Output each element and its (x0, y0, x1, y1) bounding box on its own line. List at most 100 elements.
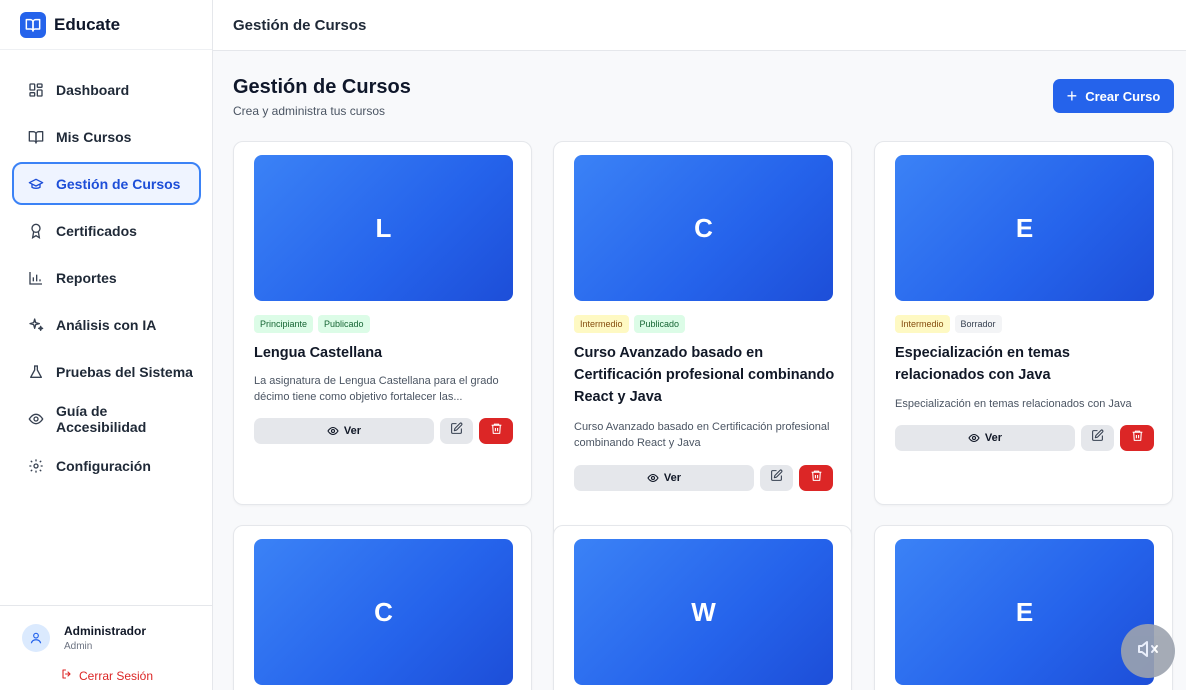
sidebar-item-label: Análisis con IA (56, 316, 157, 333)
sidebar-item-configuracion[interactable]: Configuración (12, 444, 201, 487)
graduation-cap-icon (28, 176, 44, 192)
course-initial: E (1015, 596, 1034, 627)
topbar-title: Gestión de Cursos (233, 16, 367, 34)
view-course-button[interactable]: Ver (254, 418, 434, 444)
view-label: Ver (984, 432, 1003, 444)
edit-icon (1091, 429, 1104, 447)
status-tag: Publicado (633, 315, 686, 333)
sidebar-item-accesibilidad[interactable]: Guía de Accesibilidad (12, 397, 201, 440)
delete-course-button[interactable] (799, 465, 833, 491)
view-label: Ver (663, 472, 682, 484)
status-tag: Publicado (318, 315, 370, 333)
trash-icon (490, 422, 503, 440)
course-actions: Ver (895, 425, 1154, 451)
book-logo-icon (20, 11, 46, 38)
sidebar-item-label: Pruebas del Sistema (56, 363, 193, 380)
course-tags: Principiante Publicado (254, 315, 370, 333)
view-course-button[interactable]: Ver (895, 425, 1075, 451)
user-panel: Administrador Admin Cerrar Sesión (0, 605, 212, 690)
volume-mute-icon (1136, 637, 1160, 666)
sidebar-item-analisis-ia[interactable]: Análisis con IA (12, 303, 201, 346)
logout-label: Cerrar Sesión (79, 668, 154, 683)
sidebar-item-label: Gestión de Cursos (56, 175, 181, 192)
course-actions: Ver (254, 418, 513, 444)
course-card: W (553, 525, 852, 690)
edit-course-button[interactable] (760, 465, 793, 491)
eye-icon (28, 411, 44, 427)
course-thumbnail[interactable]: L (254, 155, 513, 301)
course-title: Curso Avanzado basado en Certificación p… (574, 345, 835, 405)
course-thumbnail[interactable]: C (254, 539, 513, 685)
create-course-button[interactable]: + Crear Curso (1053, 79, 1174, 113)
top-bar: Gestión de Cursos (213, 0, 1186, 51)
course-initial: L (375, 212, 392, 243)
sidebar-item-label: Dashboard (56, 81, 130, 98)
mute-audio-button[interactable] (1121, 624, 1175, 678)
view-label: Ver (343, 425, 362, 437)
course-initial: E (1015, 212, 1034, 243)
level-tag: Principiante (254, 315, 314, 333)
course-thumbnail[interactable]: E (895, 155, 1154, 301)
logout-button[interactable]: Cerrar Sesión (61, 668, 153, 683)
course-tags: Intermedio Publicado (574, 315, 686, 333)
delete-course-button[interactable] (1120, 425, 1154, 451)
course-description: Curso Avanzado basado en Certificación p… (574, 421, 830, 449)
logout-icon (61, 668, 73, 683)
flask-icon (28, 364, 44, 380)
course-thumbnail[interactable]: E (895, 539, 1154, 685)
course-title: Especialización en temas relacionados co… (895, 345, 1070, 383)
eye-icon (327, 425, 339, 437)
course-actions: Ver (574, 465, 833, 491)
course-card: C (233, 525, 532, 690)
create-course-label: Crear Curso (1085, 88, 1161, 104)
course-tags: Intermedio Borrador (895, 315, 1002, 333)
brand[interactable]: Educate (0, 0, 212, 50)
course-initial: C (694, 212, 713, 243)
course-thumbnail[interactable]: C (574, 155, 833, 301)
eye-icon (647, 472, 659, 484)
view-course-button[interactable]: Ver (574, 465, 754, 491)
user-name: Administrador (64, 624, 147, 638)
eye-icon (968, 432, 980, 444)
level-tag: Intermedio (574, 315, 629, 333)
course-description: Especialización en temas relacionados co… (895, 398, 1132, 410)
level-tag: Intermedio (895, 315, 950, 333)
course-thumbnail[interactable]: W (574, 539, 833, 685)
course-card: L Principiante Publicado Lengua Castella… (233, 141, 532, 505)
sidebar-item-label: Mis Cursos (56, 128, 132, 145)
user-role: Admin (64, 641, 93, 652)
gear-icon (28, 458, 44, 474)
book-open-icon (28, 129, 44, 145)
sidebar-item-certificados[interactable]: Certificados (12, 209, 201, 252)
trash-icon (1131, 429, 1144, 447)
course-card: C Intermedio Publicado Curso Avanzado ba… (553, 141, 852, 555)
sidebar-item-dashboard[interactable]: Dashboard (12, 68, 201, 111)
award-icon (28, 223, 44, 239)
course-title: Lengua Castellana (254, 345, 383, 361)
edit-course-button[interactable] (440, 418, 473, 444)
sidebar: Educate Dashboard Mis Cursos Gestión de … (0, 0, 213, 690)
sidebar-item-label: Guía de Accesibilidad (56, 402, 147, 435)
status-tag: Borrador (954, 315, 1002, 333)
sidebar-item-mis-cursos[interactable]: Mis Cursos (12, 115, 201, 158)
course-initial: W (691, 596, 716, 627)
sidebar-item-label: Reportes (56, 269, 117, 286)
sparkles-icon (28, 317, 44, 333)
trash-icon (810, 469, 823, 487)
bar-chart-icon (28, 270, 44, 286)
edit-course-button[interactable] (1081, 425, 1114, 451)
page-title: Gestión de Cursos (233, 76, 411, 98)
sidebar-nav: Dashboard Mis Cursos Gestión de Cursos C… (12, 68, 201, 491)
edit-icon (450, 422, 463, 440)
course-description: La asignatura de Lengua Castellana para … (254, 375, 499, 403)
page-subtitle: Crea y administra tus cursos (233, 104, 386, 118)
plus-icon: + (1066, 85, 1078, 106)
dashboard-grid-icon (28, 82, 44, 98)
sidebar-item-reportes[interactable]: Reportes (12, 256, 201, 299)
sidebar-item-label: Certificados (56, 222, 137, 239)
sidebar-item-label: Configuración (56, 457, 151, 474)
sidebar-item-gestion-de-cursos[interactable]: Gestión de Cursos (12, 162, 201, 205)
delete-course-button[interactable] (479, 418, 513, 444)
course-card: E Intermedio Borrador Especialización en… (874, 141, 1173, 505)
sidebar-item-pruebas[interactable]: Pruebas del Sistema (12, 350, 201, 393)
